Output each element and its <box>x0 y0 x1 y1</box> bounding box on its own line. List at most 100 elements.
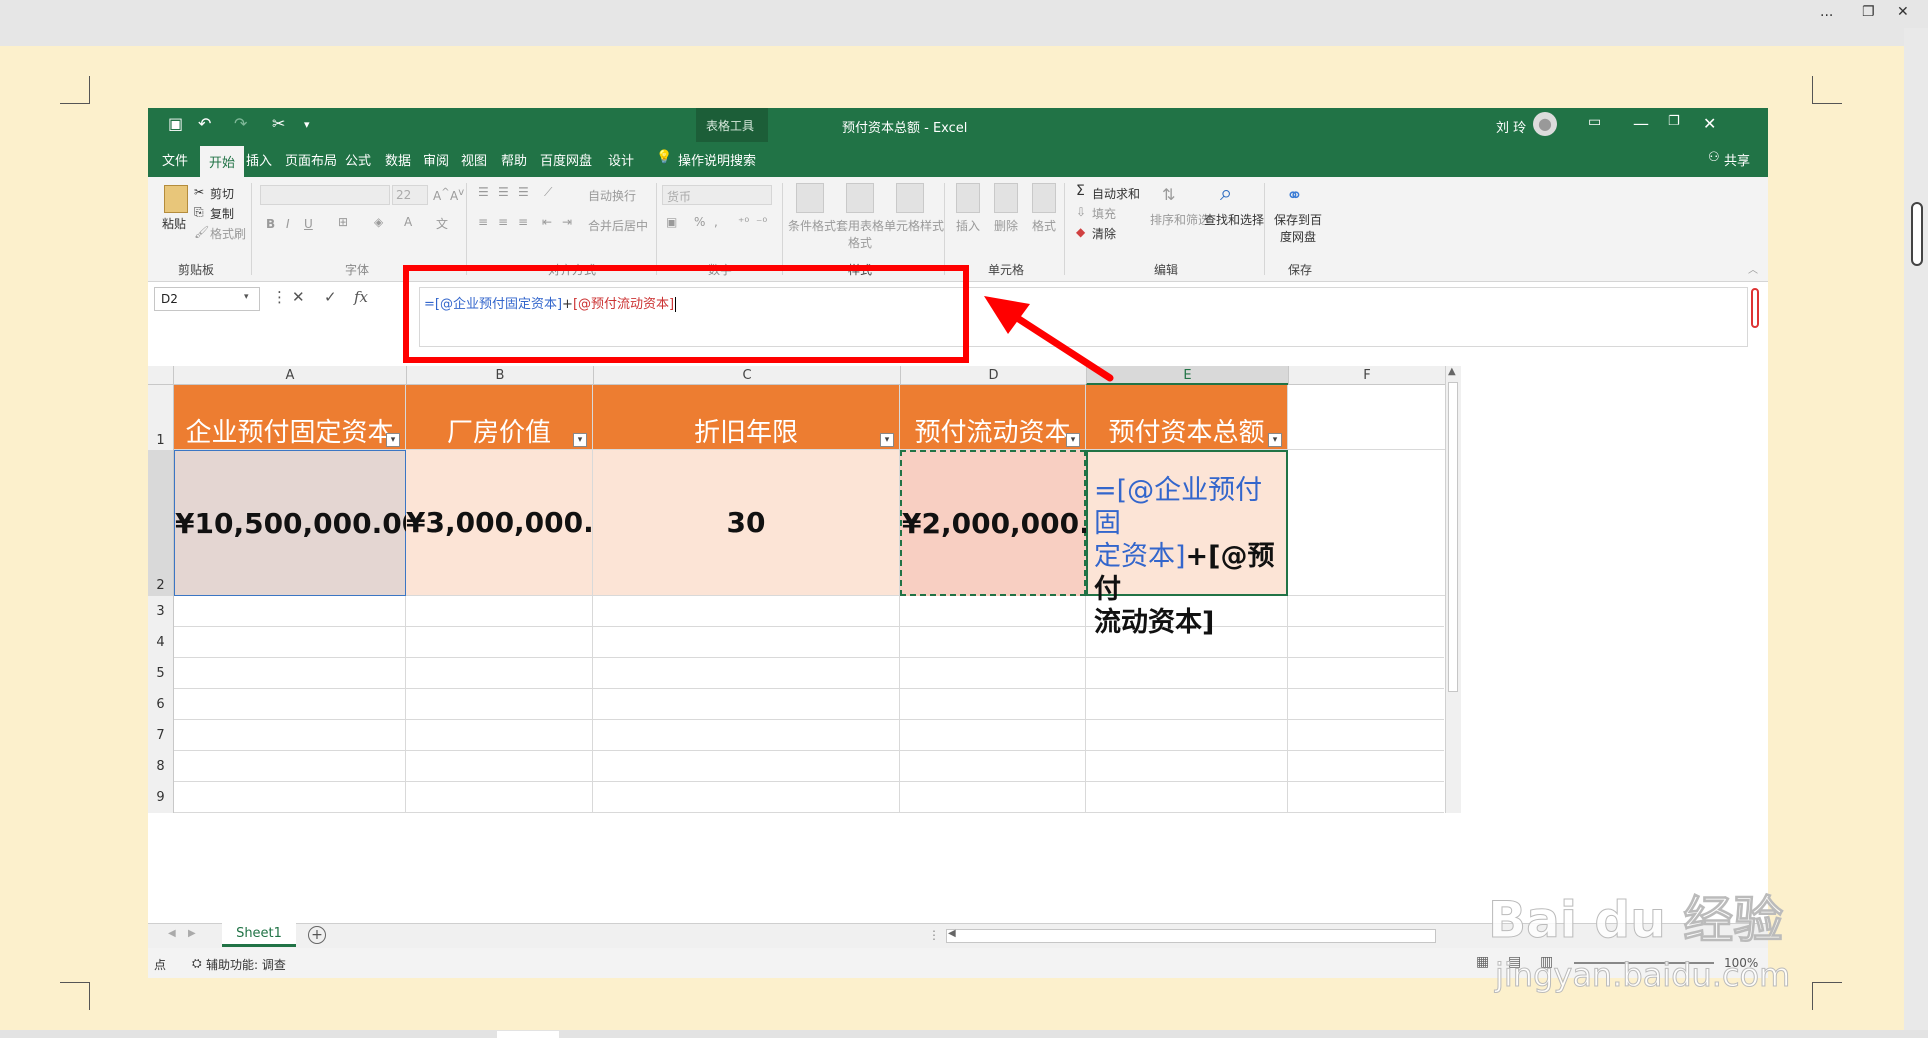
insert-cells-button[interactable]: 插入 <box>956 217 980 234</box>
maximize-icon[interactable]: ❐ <box>1668 114 1680 129</box>
add-sheet-icon[interactable]: + <box>308 926 326 944</box>
paste-icon[interactable] <box>164 185 188 213</box>
accessibility-status[interactable]: 辅助功能: 调查 <box>206 956 286 973</box>
close-icon[interactable]: ✕ <box>1897 4 1909 20</box>
font-name-select[interactable] <box>260 185 390 205</box>
normal-view-icon[interactable]: ▦ <box>1476 954 1489 970</box>
copy-icon[interactable]: ⎘ <box>194 205 204 220</box>
indent-increase-icon[interactable]: ⇥ <box>562 215 572 229</box>
cut-icon[interactable]: ✂ <box>272 114 285 133</box>
grid-vertical-scrollbar[interactable]: ▲ <box>1445 366 1461 813</box>
cancel-edit-icon[interactable]: ✕ <box>292 288 305 306</box>
accessibility-icon[interactable]: ⛭ <box>192 956 202 971</box>
share-icon[interactable]: ⚇ <box>1708 150 1720 165</box>
customize-qat-icon[interactable]: ▾ <box>304 118 310 131</box>
row-header-2[interactable]: 2 <box>148 450 174 596</box>
formula-bar-menu-icon[interactable]: ⋮ <box>272 288 287 306</box>
column-header-a[interactable]: A <box>174 366 406 385</box>
align-left-icon[interactable]: ≡ <box>478 215 488 229</box>
align-top-icon[interactable]: ☰ <box>478 185 489 199</box>
tab-view[interactable]: 视图 <box>461 150 487 169</box>
row-header-8[interactable]: 8 <box>148 751 174 782</box>
next-sheet-icon[interactable]: ▶ <box>188 928 196 939</box>
fill-button[interactable]: 填充 <box>1092 205 1116 222</box>
merge-center-button[interactable]: 合并后居中 <box>588 217 648 234</box>
user-name[interactable]: 刘 玲 <box>1496 117 1526 136</box>
borders-icon[interactable]: ⊞ <box>338 215 348 229</box>
header-cell-d1[interactable]: 预付流动资本 <box>900 385 1086 450</box>
align-center-icon[interactable]: ≡ <box>498 215 508 229</box>
align-bottom-icon[interactable]: ☰ <box>518 185 529 199</box>
cut-button-icon[interactable]: ✂ <box>194 185 204 199</box>
row-header-4[interactable]: 4 <box>148 627 174 658</box>
data-cell-a2[interactable]: ¥10,500,000.00 <box>174 450 421 596</box>
font-color-icon[interactable]: A <box>404 215 412 229</box>
document-scrollbar[interactable] <box>1904 28 1928 1038</box>
font-size-select[interactable]: 22 <box>392 185 428 205</box>
header-cell-a1[interactable]: 企业预付固定资本 <box>174 385 406 450</box>
name-box-dropdown-icon[interactable]: ▾ <box>244 292 249 302</box>
minimize-icon[interactable]: — <box>1633 114 1649 133</box>
header-cell-b1[interactable]: 厂房价值 <box>406 385 593 450</box>
tab-data[interactable]: 数据 <box>385 150 411 169</box>
grow-font-icon[interactable]: A^ <box>433 187 450 203</box>
scrollbar-thumb[interactable] <box>1911 202 1923 266</box>
tab-split-handle[interactable]: ⋮ <box>928 928 940 942</box>
filter-dropdown-icon[interactable]: ▾ <box>573 433 587 447</box>
row-header-7[interactable]: 7 <box>148 720 174 751</box>
tell-me-search[interactable]: 操作说明搜索 <box>678 150 756 169</box>
sheet-tab-sheet1[interactable]: Sheet1 <box>222 923 296 947</box>
row-header-3[interactable]: 3 <box>148 596 174 627</box>
tab-home[interactable]: 开始 <box>200 146 245 177</box>
empty-rows[interactable] <box>174 596 1444 813</box>
wrap-text-button[interactable]: 自动换行 <box>588 187 636 204</box>
filter-dropdown-icon[interactable]: ▾ <box>1066 433 1080 447</box>
conditional-format-icon[interactable] <box>796 183 824 213</box>
avatar[interactable]: ● <box>1533 112 1557 136</box>
redo-icon[interactable]: ↷ <box>234 114 247 133</box>
restore-icon[interactable]: ❐ <box>1862 4 1875 20</box>
grid-horizontal-scrollbar[interactable] <box>946 929 1436 943</box>
header-cell-e1[interactable]: 预付资本总额 <box>1086 385 1288 450</box>
conditional-format-button[interactable]: 条件格式 <box>788 217 836 234</box>
tab-file[interactable]: 文件 <box>162 150 188 169</box>
cell-styles-button[interactable]: 单元格样式 <box>884 217 944 234</box>
data-cell-c2[interactable]: 30 <box>593 450 900 596</box>
tab-design[interactable]: 设计 <box>608 150 634 169</box>
row-header-1[interactable]: 1 <box>148 385 174 450</box>
header-cell-c1[interactable]: 折旧年限 <box>593 385 900 450</box>
clear-button[interactable]: 清除 <box>1092 225 1116 242</box>
insert-cells-icon[interactable] <box>956 183 980 213</box>
collapse-ribbon-icon[interactable]: ︿ <box>1748 261 1758 276</box>
bold-button[interactable]: B <box>266 217 275 231</box>
percent-button[interactable]: % <box>694 215 705 229</box>
format-painter-icon[interactable]: 🖌 <box>194 225 209 239</box>
lightbulb-icon[interactable]: 💡 <box>656 150 672 165</box>
table-format-icon[interactable] <box>846 183 874 213</box>
scroll-up-icon[interactable]: ▲ <box>1448 366 1456 377</box>
undo-icon[interactable]: ↶ <box>198 114 211 133</box>
sort-filter-button[interactable]: 排序和筛选 <box>1150 211 1210 228</box>
fill-color-icon[interactable]: ◈ <box>374 215 383 229</box>
save-to-netdisk-button[interactable]: 保存到百度网盘 <box>1270 211 1326 245</box>
fill-icon[interactable]: ⇩ <box>1076 205 1086 219</box>
column-header-b[interactable]: B <box>406 366 593 385</box>
delete-cells-button[interactable]: 删除 <box>994 217 1018 234</box>
cut-button[interactable]: 剪切 <box>210 185 234 202</box>
more-icon[interactable]: ... <box>1820 4 1833 20</box>
save-icon[interactable]: ▣ <box>168 114 183 133</box>
shrink-font-icon[interactable]: Av <box>450 187 464 203</box>
data-cell-d2[interactable]: ¥2,000,000.00 <box>900 450 1129 596</box>
autosum-icon[interactable]: Σ <box>1076 183 1085 199</box>
scroll-left-icon[interactable]: ◀ <box>948 928 956 939</box>
paste-button[interactable]: 粘贴 <box>162 215 186 232</box>
accounting-format-icon[interactable]: ▣ <box>666 215 677 229</box>
data-cell-e2-editing[interactable]: =[@企业预付固 定资本]+[@预付 流动资本] <box>1086 450 1288 638</box>
tab-baidu-netdisk[interactable]: 百度网盘 <box>540 150 592 169</box>
horizontal-scrollbar[interactable] <box>0 1030 1928 1038</box>
delete-cells-icon[interactable] <box>994 183 1018 213</box>
number-format-select[interactable]: 货币 <box>662 185 772 205</box>
baidu-netdisk-icon[interactable]: ⚭ <box>1286 183 1303 207</box>
select-all-corner[interactable] <box>148 366 174 385</box>
autosum-button[interactable]: 自动求和 <box>1092 185 1140 202</box>
